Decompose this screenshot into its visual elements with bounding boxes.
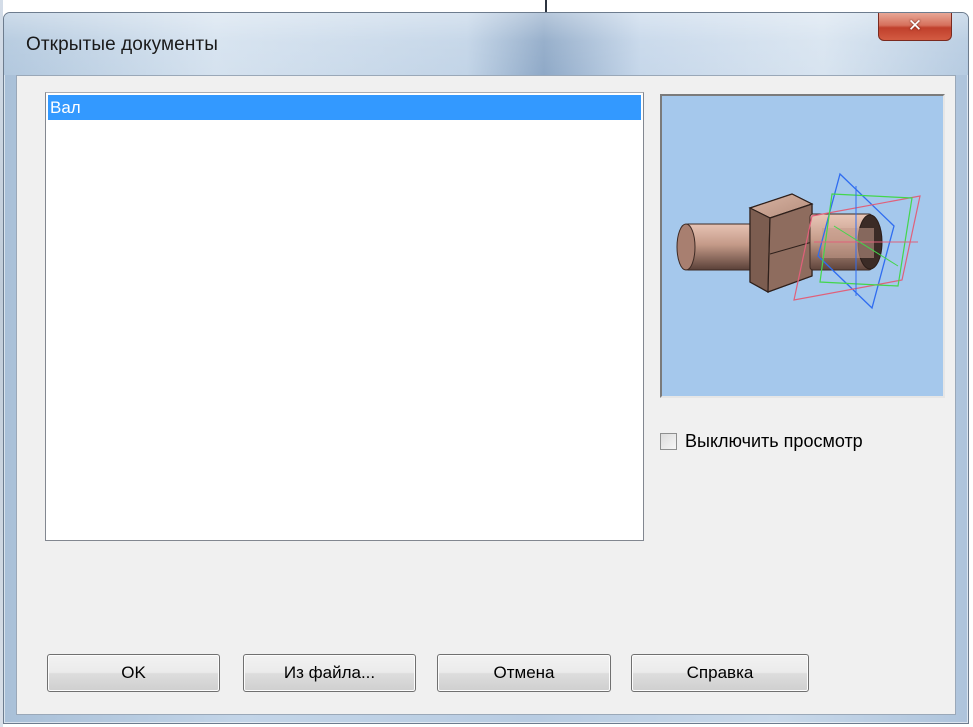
cancel-button[interactable]: Отмена (437, 654, 611, 692)
close-button[interactable]: ✕ (878, 13, 952, 41)
dialog-title: Открытые документы (26, 34, 218, 55)
background-divider (545, 0, 547, 12)
list-item[interactable]: Вал (48, 95, 641, 120)
disable-preview-option[interactable]: Выключить просмотр (660, 429, 863, 453)
disable-preview-label: Выключить просмотр (685, 430, 863, 451)
disable-preview-checkbox[interactable] (660, 432, 677, 450)
dialog-client-area: Вал Выключить просмотр OK Из файла... От… (16, 75, 956, 715)
close-icon: ✕ (907, 16, 923, 36)
from-file-button[interactable]: Из файла... (243, 654, 416, 692)
title-bar[interactable]: Открытые документы ✕ (4, 13, 968, 75)
shaft-3d-model-icon (676, 172, 921, 310)
ok-button[interactable]: OK (47, 654, 220, 692)
model-preview (660, 94, 945, 398)
open-documents-dialog: Открытые документы ✕ Вал Выключить просм… (3, 12, 969, 724)
open-documents-list[interactable]: Вал (45, 92, 644, 541)
help-button[interactable]: Справка (631, 654, 809, 692)
